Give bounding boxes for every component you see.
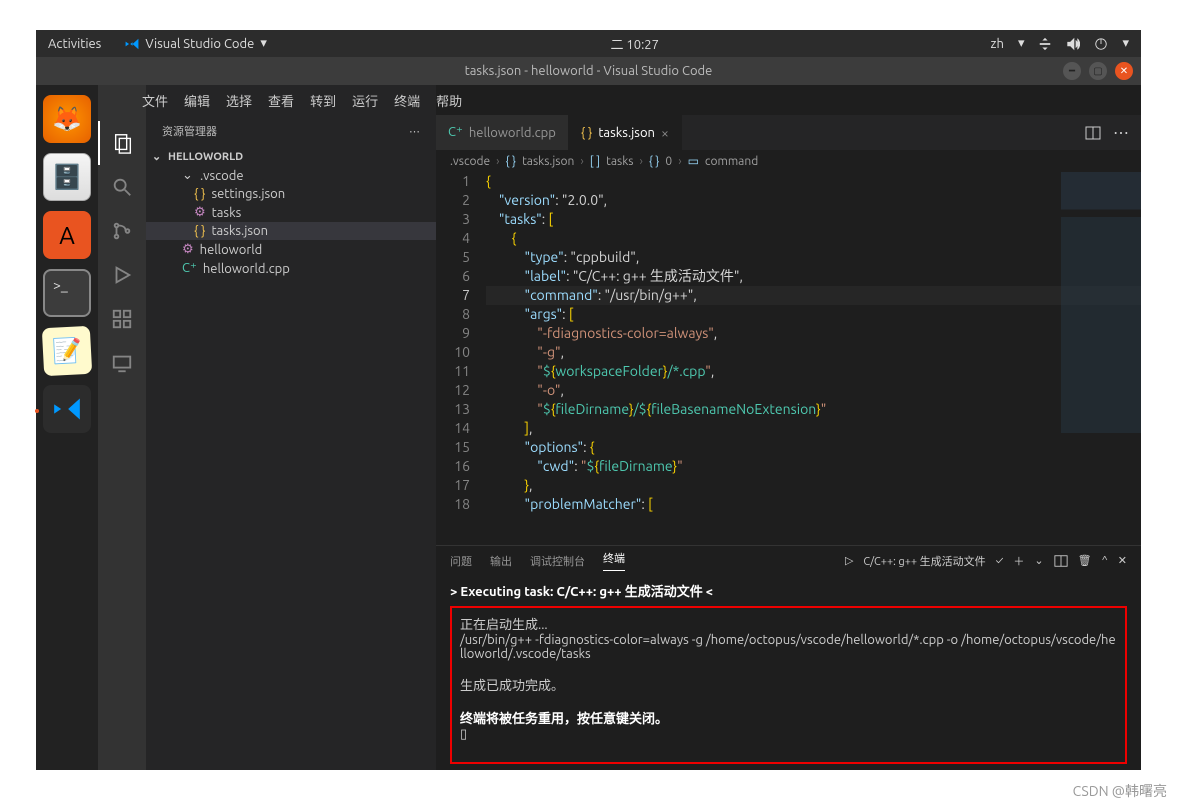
menu-终端[interactable]: 终端 — [386, 95, 428, 109]
gnome-top-bar: Activities Visual Studio Code ▾ 二 10:27 … — [36, 30, 1141, 57]
close-panel-icon[interactable]: ✕ — [1118, 554, 1127, 567]
maximize-button[interactable]: ▢ — [1089, 62, 1107, 80]
terminal-output[interactable]: > Executing task: C/C++: g++ 生成活动文件 < 正在… — [436, 575, 1141, 770]
network-icon[interactable] — [1038, 37, 1052, 51]
terminal-line: 正在启动生成... — [460, 614, 1117, 633]
new-terminal-icon[interactable]: ＋ — [1013, 553, 1024, 569]
panel-tab-问题[interactable]: 问题 — [450, 553, 472, 569]
panel-tab-调试控制台[interactable]: 调试控制台 — [530, 553, 585, 569]
terminal-cursor: ▯ — [460, 727, 1117, 742]
split-terminal-icon[interactable] — [1054, 554, 1068, 568]
dock-files[interactable]: 🗄️ — [43, 153, 91, 201]
activity-explorer[interactable] — [98, 121, 146, 165]
input-lang[interactable]: zh — [991, 37, 1004, 51]
window-titlebar: tasks.json - helloworld - Visual Studio … — [36, 57, 1141, 85]
trash-icon[interactable]: 🗑 — [1078, 554, 1092, 567]
dock-notes[interactable]: 📝 — [42, 326, 92, 376]
watermark: CSDN @韩曙亮 — [1073, 781, 1167, 801]
tab-tasks.json[interactable]: { }tasks.json× — [569, 115, 682, 150]
sidebar-explorer: 资源管理器 ⋯ ⌄HELLOWORLD ⌄.vscode{ }settings.… — [146, 85, 436, 770]
panel-tab-输出[interactable]: 输出 — [490, 553, 512, 569]
volume-icon[interactable] — [1066, 37, 1080, 51]
activity-debug[interactable] — [98, 253, 146, 297]
activity-search[interactable] — [98, 165, 146, 209]
dock-terminal[interactable] — [43, 269, 91, 317]
breadcrumb[interactable]: .vscode›{ }tasks.json›[ ]tasks›{ }0›▭com… — [436, 150, 1141, 172]
bottom-panel: 问题输出调试控制台终端 ▷ C/C++: g++ 生成活动文件 ✓ ＋ ⌄ 🗑 … — [436, 545, 1141, 770]
code-editor[interactable]: 123456789101112131415161718 { "version":… — [436, 172, 1141, 545]
folder-root[interactable]: ⌄HELLOWORLD — [146, 147, 436, 166]
tree-item-tasks[interactable]: ⚙tasks — [146, 203, 436, 222]
menu-查看[interactable]: 查看 — [260, 95, 302, 109]
activity-extensions[interactable] — [98, 297, 146, 341]
clock[interactable]: 二 10:27 — [279, 34, 991, 53]
ubuntu-dock: 🦊 🗄️ A 📝 — [36, 85, 98, 770]
dock-firefox[interactable]: 🦊 — [43, 95, 91, 143]
activity-scm[interactable] — [98, 209, 146, 253]
terminal-line: 生成已成功完成。 — [460, 675, 1117, 694]
sidebar-title: 资源管理器 — [162, 123, 217, 139]
menu-编辑[interactable]: 编辑 — [176, 95, 218, 109]
close-tab-icon[interactable]: × — [661, 125, 669, 141]
power-icon[interactable] — [1094, 37, 1108, 51]
tree-item-tasks.json[interactable]: { }tasks.json — [146, 222, 436, 240]
sidebar-more-icon[interactable]: ⋯ — [409, 125, 420, 138]
activity-bar — [98, 85, 146, 770]
terminal-line: /usr/bin/g++ -fdiagnostics-color=always … — [460, 633, 1117, 661]
tree-item-settings.json[interactable]: { }settings.json — [146, 185, 436, 203]
editor-area: C⁺helloworld.cpp{ }tasks.json× ⋯ .vscode… — [436, 85, 1141, 770]
close-button[interactable]: ✕ — [1115, 62, 1133, 80]
tab-more-icon[interactable]: ⋯ — [1113, 123, 1129, 142]
tree-item-helloworld.cpp[interactable]: C⁺helloworld.cpp — [146, 259, 436, 278]
menu-选择[interactable]: 选择 — [218, 95, 260, 109]
activities-button[interactable]: Activities — [36, 37, 113, 51]
app-menu[interactable]: Visual Studio Code ▾ — [113, 36, 279, 51]
menu-文件[interactable]: 文件 — [134, 95, 176, 109]
task-success-icon: ✓ — [996, 555, 1004, 567]
tree-item-helloworld[interactable]: ⚙helloworld — [146, 240, 436, 259]
run-task-icon[interactable]: ▷ — [845, 554, 853, 567]
terminal-highlight-box: 正在启动生成... /usr/bin/g++ -fdiagnostics-col… — [450, 606, 1127, 764]
menu-运行[interactable]: 运行 — [344, 95, 386, 109]
activity-remote[interactable] — [98, 341, 146, 385]
dock-software[interactable]: A — [43, 211, 91, 259]
panel-tab-终端[interactable]: 终端 — [603, 550, 625, 571]
menu-转到[interactable]: 转到 — [302, 95, 344, 109]
minimap[interactable] — [1061, 172, 1141, 545]
terminal-line: 终端将被任务重用，按任意键关闭。 — [460, 708, 1117, 727]
split-editor-icon[interactable] — [1085, 125, 1101, 141]
window-title: tasks.json - helloworld - Visual Studio … — [36, 64, 1141, 78]
dock-vscode[interactable] — [43, 385, 91, 433]
task-name-label: C/C++: g++ 生成活动文件 — [863, 553, 985, 569]
tab-helloworld.cpp[interactable]: C⁺helloworld.cpp — [436, 115, 569, 150]
tree-item-.vscode[interactable]: ⌄.vscode — [146, 166, 436, 185]
maximize-panel-icon[interactable]: ^ — [1102, 555, 1108, 567]
terminal-exec-line: > Executing task: C/C++: g++ 生成活动文件 < — [450, 581, 1127, 600]
menu-帮助[interactable]: 帮助 — [428, 95, 470, 109]
minimize-button[interactable]: ━ — [1063, 62, 1081, 80]
app-menu-label: Visual Studio Code — [145, 37, 254, 51]
tab-bar: C⁺helloworld.cpp{ }tasks.json× ⋯ — [436, 115, 1141, 150]
